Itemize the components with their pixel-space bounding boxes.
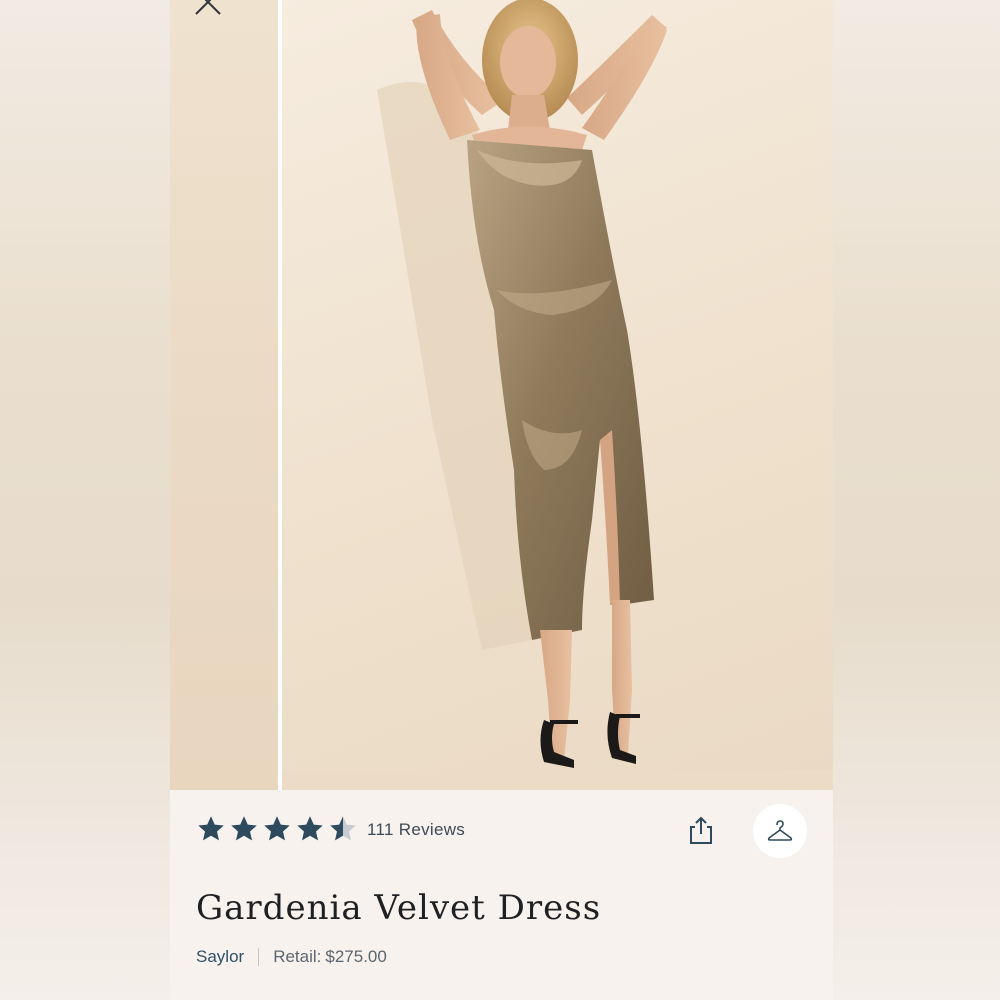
model-figure-image [282,0,833,790]
star-icon [198,816,224,841]
backdrop-left [0,0,170,1000]
share-icon [690,816,712,844]
retail-label: Retail: [273,947,322,966]
product-info: 111 Reviews Gardenia Velvet Dress Saylor… [170,790,833,1000]
retail-price: $275.00 [325,947,387,966]
rating-stars[interactable] [196,814,358,844]
star-icon [264,816,290,841]
product-page: 111 Reviews Gardenia Velvet Dress Saylor… [170,0,833,1000]
reviews-link[interactable]: 111 Reviews [367,820,465,840]
product-meta: Saylor Retail: $275.00 [196,947,387,967]
close-icon [195,0,221,15]
product-gallery[interactable] [170,0,833,790]
meta-divider [258,948,260,966]
hanger-icon [767,820,793,841]
product-photo[interactable] [282,0,833,790]
star-half-icon [330,816,356,841]
share-button[interactable] [685,814,717,846]
product-title: Gardenia Velvet Dress [196,888,602,928]
star-icon [231,816,257,841]
previous-image-peek[interactable] [170,0,278,790]
backdrop-right [833,0,1000,1000]
brand-link[interactable]: Saylor [196,947,244,967]
add-to-closet-button[interactable] [753,804,807,858]
close-button[interactable] [194,0,224,18]
star-icon [297,816,323,841]
